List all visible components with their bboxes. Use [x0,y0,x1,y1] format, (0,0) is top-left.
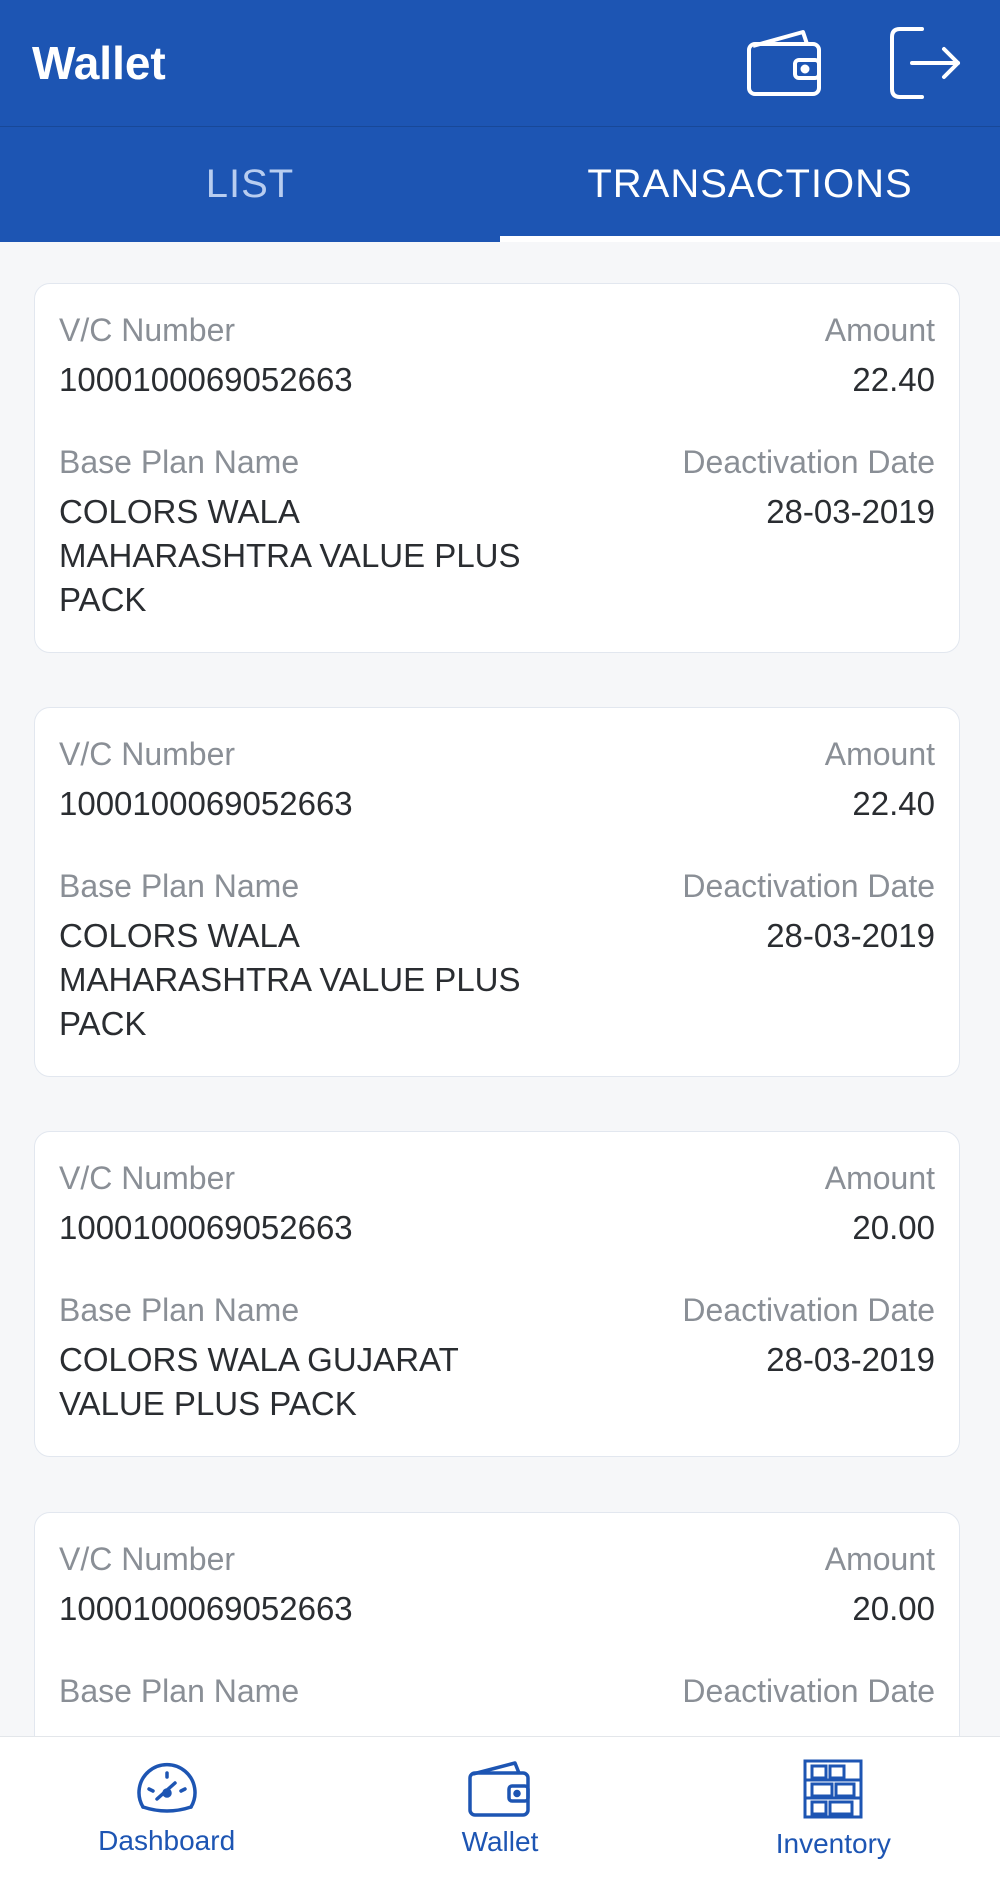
vc-number-label: V/C Number [59,736,236,772]
base-plan-value: COLORS WALA GUJARAT VALUE PLUS PACK [59,1341,459,1422]
transaction-card[interactable]: V/C Number 1000100069052663 Amount 22.40… [34,283,960,653]
base-plan-value: COLORS WALA MAHARASHTRA VALUE PLUS PACK [59,917,521,1042]
base-plan-value: COLORS WALA MAHARASHTRA VALUE PLUS PACK [59,493,521,618]
nav-wallet-label: Wallet [461,1825,539,1857]
card-row-bottom: Base Plan Name COLORS WALA MAHARASHTRA V… [59,866,935,1046]
nav-dashboard[interactable]: Dashboard [17,1761,317,1857]
base-plan-label: Base Plan Name [59,868,300,904]
app-bar: Wallet [0,0,1000,126]
vc-number-label: V/C Number [59,312,236,348]
vc-number-value: 1000100069052663 [59,785,353,822]
transactions-list[interactable]: V/C Number 1000100069052663 Amount 22.40… [0,242,1000,1736]
transaction-card[interactable]: V/C Number 1000100069052663 Amount 20.00… [34,1512,960,1736]
base-plan-label: Base Plan Name [59,1292,300,1328]
card-row-top: V/C Number 1000100069052663 Amount 20.00 [59,1539,935,1631]
deactivation-date-label: Deactivation Date [682,1673,935,1709]
amount-label: Amount [824,736,935,772]
deactivation-date-label: Deactivation Date [682,868,935,904]
amount-value: 20.00 [852,1209,935,1246]
card-row-top: V/C Number 1000100069052663 Amount 22.40 [59,734,935,826]
card-row-bottom: Base Plan Name COLORS WALA MAHARASHTRA V… [59,442,935,622]
inventory-icon [803,1759,863,1818]
vc-number-value: 1000100069052663 [59,1209,353,1246]
deactivation-date-value: 28-03-2019 [766,493,935,530]
nav-wallet[interactable]: Wallet [350,1760,650,1858]
bottom-navigation: Dashboard Wallet Inventory [0,1736,1000,1880]
wallet-screen: Wallet LIST TRANSACTIONS V/C Number 1000… [0,0,1000,1880]
deactivation-date-label: Deactivation Date [682,1292,935,1328]
card-row-top: V/C Number 1000100069052663 Amount 20.00 [59,1158,935,1250]
tab-transactions[interactable]: TRANSACTIONS [500,127,1000,242]
vc-number-label: V/C Number [59,1541,236,1577]
base-plan-label: Base Plan Name [59,1673,300,1709]
tab-bar: LIST TRANSACTIONS [0,126,1000,242]
amount-label: Amount [824,1541,935,1577]
vc-number-value: 1000100069052663 [59,361,353,398]
base-plan-label: Base Plan Name [59,444,300,480]
speedometer-icon [136,1762,197,1813]
tab-list[interactable]: LIST [0,127,500,242]
vc-number-value: 1000100069052663 [59,1590,353,1627]
amount-label: Amount [824,312,935,348]
wallet-icon [468,1760,530,1817]
card-row-top: V/C Number 1000100069052663 Amount 22.40 [59,310,935,402]
deactivation-date-value: 28-03-2019 [766,1341,935,1378]
page-title: Wallet [32,37,166,89]
amount-value: 22.40 [852,361,935,398]
nav-inventory-label: Inventory [775,1827,891,1859]
nav-inventory[interactable]: Inventory [683,1758,983,1860]
deactivation-date-value: 28-03-2019 [766,917,935,954]
amount-value: 22.40 [852,785,935,822]
app-bar-actions [742,20,968,106]
card-row-bottom: Base Plan Name COLORS WALA GUJARAT VALUE… [59,1290,935,1426]
amount-label: Amount [824,1160,935,1196]
wallet-icon[interactable] [742,20,828,106]
deactivation-date-label: Deactivation Date [682,444,935,480]
transaction-card[interactable]: V/C Number 1000100069052663 Amount 22.40… [34,707,960,1077]
vc-number-label: V/C Number [59,1160,236,1196]
transaction-card[interactable]: V/C Number 1000100069052663 Amount 20.00… [34,1131,960,1457]
card-row-bottom: Base Plan Name Deactivation Date [59,1671,935,1711]
amount-value: 20.00 [852,1590,935,1627]
logout-icon[interactable] [882,20,968,106]
nav-dashboard-label: Dashboard [98,1824,236,1856]
